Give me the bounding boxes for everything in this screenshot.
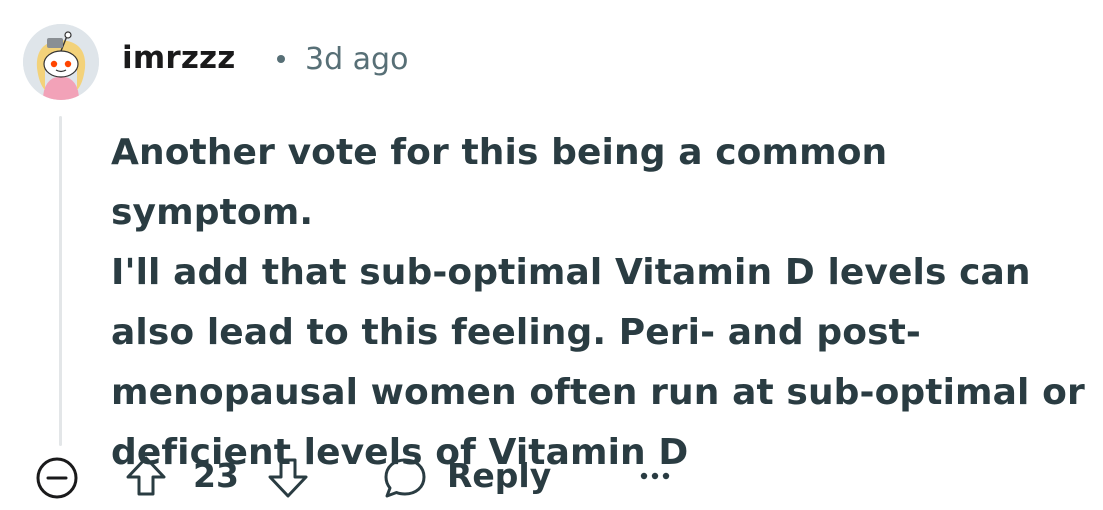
downvote-arrow-icon — [268, 458, 308, 498]
snoo-avatar-icon — [23, 24, 99, 100]
upvote-button[interactable] — [123, 453, 169, 499]
separator-dot — [277, 55, 285, 63]
comment-line: also lead to this feeling. Peri- and pos… — [111, 312, 921, 353]
thread-line[interactable] — [59, 116, 62, 446]
comment-line: I'll add that sub-optimal Vitamin D leve… — [111, 252, 1031, 293]
comment-line: Another vote for this being a common sym… — [111, 132, 888, 233]
reply-label[interactable]: Reply — [447, 456, 551, 495]
more-options-button[interactable] — [638, 466, 672, 486]
comment-action-bar: 23 Reply — [35, 448, 735, 504]
reply-button[interactable] — [381, 454, 429, 502]
comment-body: Another vote for this being a common sym… — [111, 123, 1096, 483]
comment-line: menopausal women often run at sub-optima… — [111, 372, 1085, 413]
timestamp[interactable]: 3d ago — [305, 42, 408, 77]
collapse-button[interactable] — [35, 456, 79, 500]
collapse-minus-icon — [36, 457, 78, 499]
upvote-arrow-icon — [126, 456, 166, 496]
avatar[interactable] — [23, 24, 99, 100]
ellipsis-icon — [640, 472, 670, 480]
chat-bubble-icon — [384, 458, 426, 498]
username[interactable]: imrzzz — [122, 40, 236, 76]
downvote-button[interactable] — [265, 455, 311, 501]
vote-score: 23 — [193, 456, 239, 495]
